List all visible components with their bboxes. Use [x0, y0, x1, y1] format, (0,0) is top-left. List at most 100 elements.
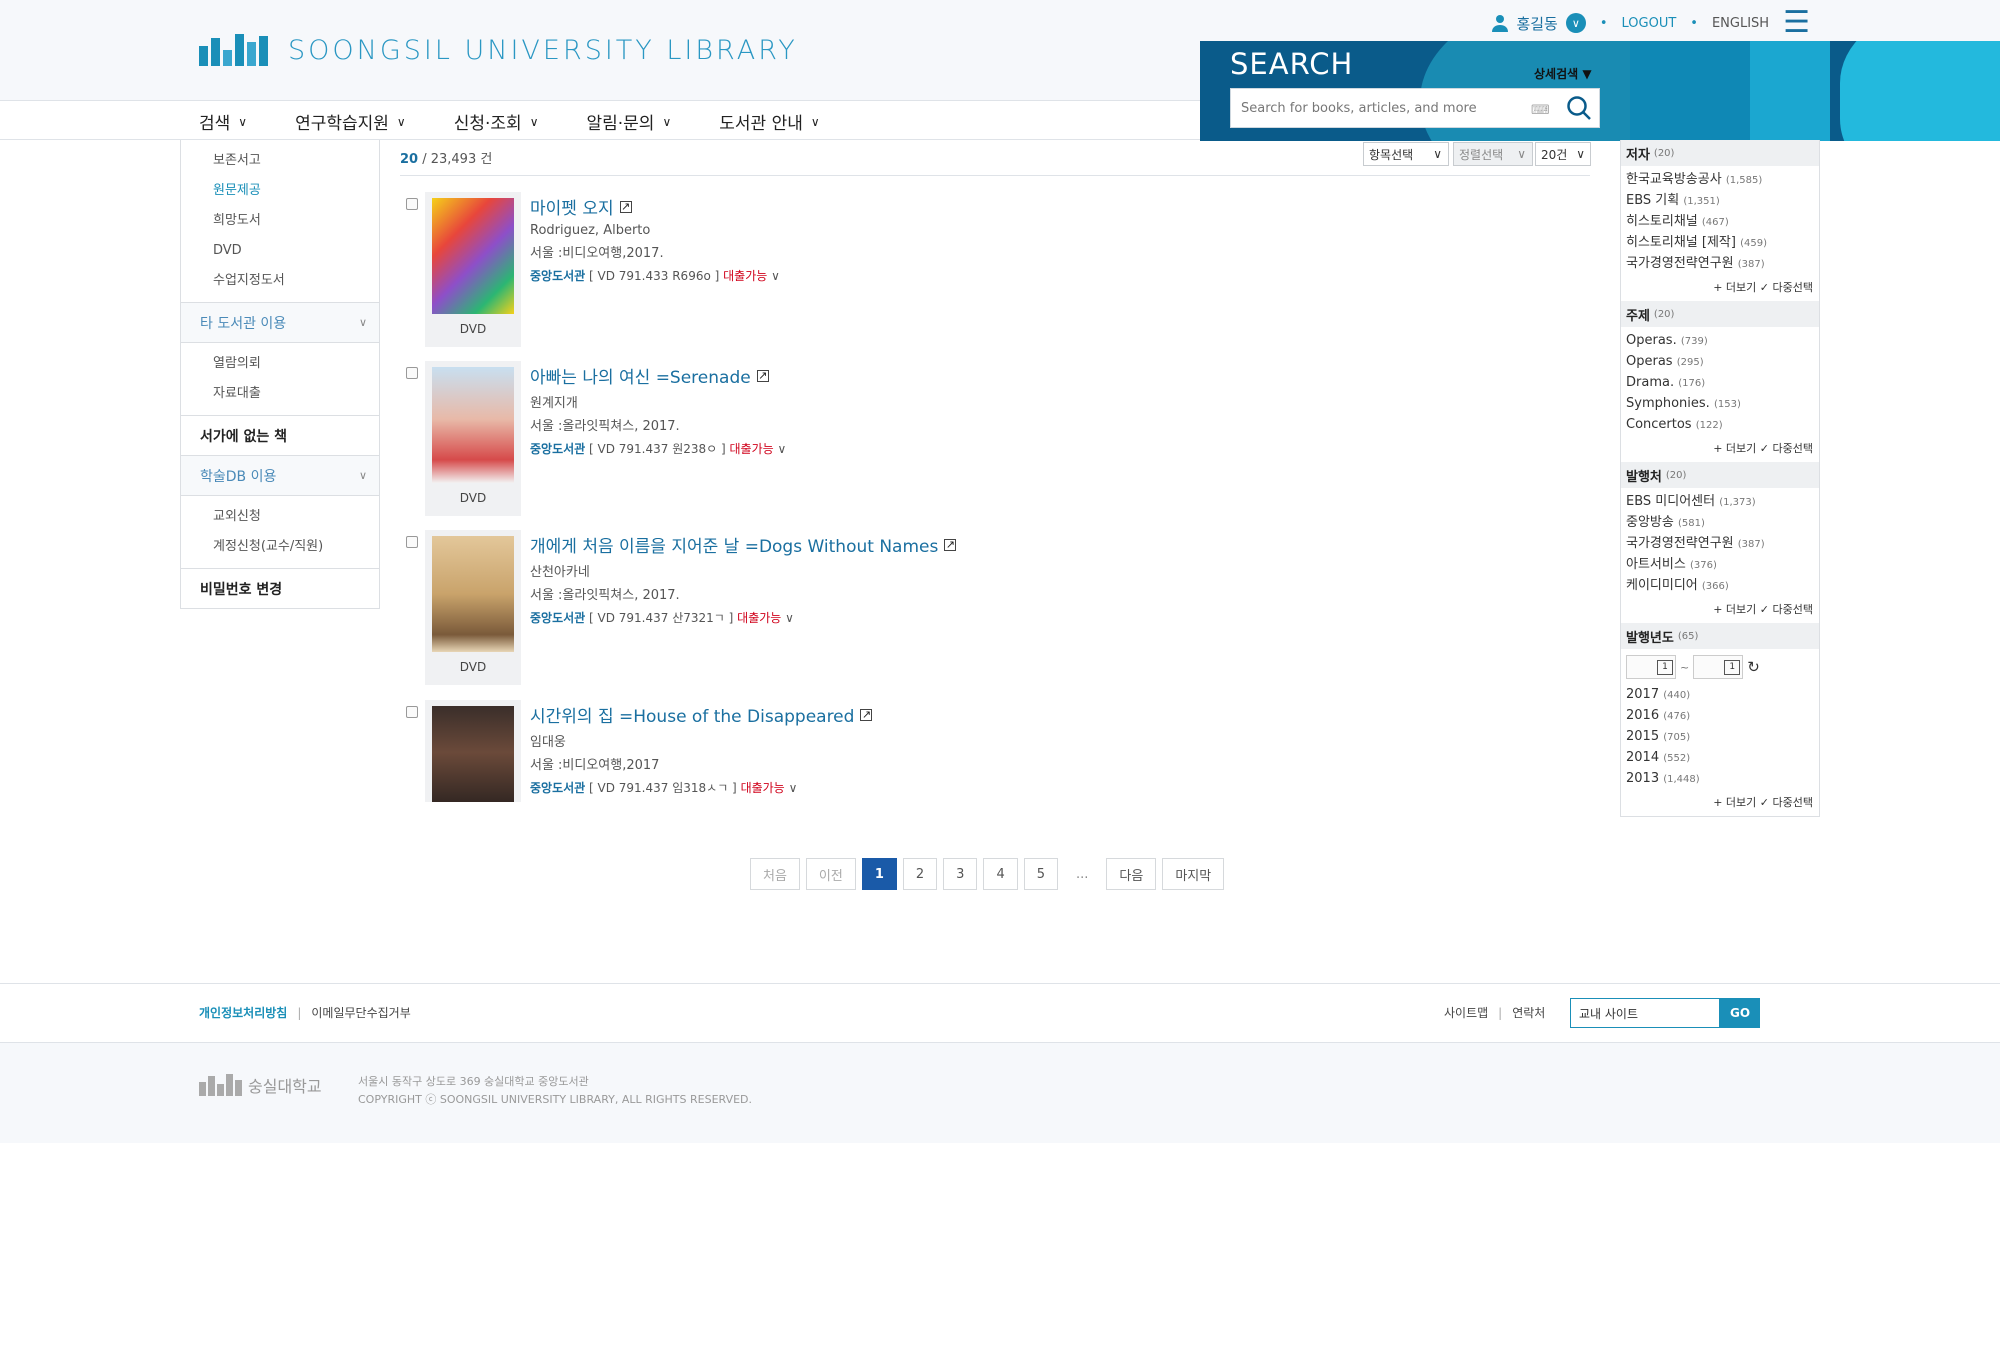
- advanced-search-link[interactable]: 상세검색 ▼: [1534, 65, 1592, 82]
- pager-page-1[interactable]: 1: [861, 858, 897, 890]
- item-title[interactable]: 개에게 처음 이름을 지어준 날 =Dogs Without Names: [530, 532, 938, 557]
- external-link-icon[interactable]: ↗: [944, 538, 957, 551]
- facet-option[interactable]: 중앙방송 (581): [1626, 513, 1814, 534]
- more-button[interactable]: + 더보기: [1713, 796, 1756, 809]
- pager-page-4[interactable]: 4: [983, 858, 1018, 890]
- search-input[interactable]: Search for books, articles, and more ⌨: [1230, 88, 1600, 128]
- sidebar-group-academic-db[interactable]: 학술DB 이용 ∨: [181, 455, 379, 495]
- item-checkbox[interactable]: [406, 536, 418, 548]
- per-page-select[interactable]: 20건 ∨: [1535, 142, 1591, 166]
- external-link-icon[interactable]: ↗: [860, 708, 873, 721]
- item-availability[interactable]: 대출가능: [723, 269, 767, 283]
- calendar-icon[interactable]: 1: [1724, 660, 1741, 675]
- more-button[interactable]: + 더보기: [1713, 603, 1756, 616]
- field-select[interactable]: 항목선택 ∨: [1363, 142, 1449, 166]
- logout-link[interactable]: LOGOUT: [1622, 16, 1677, 31]
- item-library[interactable]: 중앙도서관: [530, 269, 585, 283]
- chevron-down-icon[interactable]: ∨: [771, 269, 780, 283]
- sidebar-item-course-reserve[interactable]: 수업지정도서: [213, 266, 379, 296]
- item-library[interactable]: 중앙도서관: [530, 442, 585, 456]
- item-thumbnail[interactable]: DVD: [425, 361, 521, 516]
- chevron-down-icon[interactable]: ∨: [785, 611, 794, 625]
- item-library[interactable]: 중앙도서관: [530, 781, 585, 795]
- sidebar-item-wishbook[interactable]: 희망도서: [213, 206, 379, 236]
- sort-select[interactable]: 정렬선택 ∨: [1453, 142, 1533, 166]
- sidebar-item-preservation[interactable]: 보존서고: [213, 146, 379, 176]
- item-thumbnail[interactable]: DVD: [425, 192, 521, 347]
- chevron-down-icon[interactable]: ∨: [1565, 13, 1586, 33]
- more-button[interactable]: + 더보기: [1713, 442, 1756, 455]
- refresh-icon[interactable]: ↻: [1747, 658, 1760, 676]
- sidebar-item-loan[interactable]: 자료대출: [213, 379, 379, 409]
- search-button[interactable]: [1562, 91, 1596, 125]
- item-library[interactable]: 중앙도서관: [530, 611, 585, 625]
- facet-option[interactable]: Operas. (739): [1626, 331, 1814, 352]
- sidebar-item-dvd[interactable]: DVD: [213, 236, 379, 266]
- year-from-input[interactable]: 1: [1626, 655, 1676, 679]
- facet-option[interactable]: 2013 (1,448): [1626, 769, 1814, 790]
- facet-option[interactable]: 히스토리채널 (467): [1626, 212, 1814, 233]
- chevron-down-icon[interactable]: ∨: [778, 442, 787, 456]
- chevron-down-icon[interactable]: ∨: [789, 781, 798, 795]
- item-title[interactable]: 마이펫 오지: [530, 194, 614, 219]
- item-thumbnail[interactable]: [425, 700, 521, 802]
- facet-option[interactable]: Drama. (176): [1626, 373, 1814, 394]
- item-title[interactable]: 아빠는 나의 여신 =Serenade: [530, 363, 751, 388]
- facet-option[interactable]: Symphonies. (153): [1626, 394, 1814, 415]
- pager-page-3[interactable]: 3: [943, 858, 978, 890]
- item-title[interactable]: 시간위의 집 =House of the Disappeared: [530, 702, 854, 727]
- item-availability[interactable]: 대출가능: [730, 442, 774, 456]
- facet-option[interactable]: 국가경영전략연구원 (387): [1626, 534, 1814, 555]
- facet-option[interactable]: 2014 (552): [1626, 748, 1814, 769]
- sidebar-group-other-library[interactable]: 타 도서관 이용 ∨: [181, 302, 379, 342]
- calendar-icon[interactable]: 1: [1657, 660, 1673, 675]
- multi-select-button[interactable]: ✓ 다중선택: [1760, 796, 1813, 809]
- facet-option[interactable]: 2015 (705): [1626, 727, 1814, 748]
- nav-search[interactable]: 검색 ∨: [199, 109, 247, 134]
- privacy-link[interactable]: 개인정보처리방침: [199, 1006, 287, 1020]
- facet-option[interactable]: 아트서비스 (376): [1626, 555, 1814, 576]
- item-checkbox[interactable]: [406, 198, 418, 210]
- item-availability[interactable]: 대출가능: [741, 781, 785, 795]
- pager-page-5[interactable]: 5: [1023, 858, 1059, 890]
- more-button[interactable]: + 더보기: [1713, 281, 1756, 294]
- external-link-icon[interactable]: ↗: [756, 369, 769, 382]
- multi-select-button[interactable]: ✓ 다중선택: [1760, 603, 1813, 616]
- sidebar-item-password[interactable]: 비밀번호 변경: [181, 568, 379, 608]
- item-checkbox[interactable]: [406, 706, 418, 718]
- facet-author-header[interactable]: 저자 (20): [1621, 140, 1819, 166]
- nav-request[interactable]: 신청·조회 ∨: [454, 109, 539, 134]
- facet-option[interactable]: 2017 (440): [1626, 685, 1814, 706]
- sidebar-item-reading-request[interactable]: 열람의뢰: [213, 349, 379, 379]
- item-checkbox[interactable]: [406, 367, 418, 379]
- item-thumbnail[interactable]: DVD: [425, 530, 521, 685]
- sidebar-item-account-request[interactable]: 계정신청(교수/직원): [213, 532, 379, 562]
- facet-option[interactable]: 히스토리채널 [제작] (459): [1626, 233, 1814, 254]
- facet-option[interactable]: Concertos (122): [1626, 415, 1814, 436]
- email-refuse-link[interactable]: 이메일무단수집거부: [311, 1006, 410, 1020]
- hamburger-menu-icon[interactable]: ☰: [1783, 8, 1810, 38]
- nav-about[interactable]: 도서관 안내 ∨: [719, 109, 819, 134]
- multi-select-button[interactable]: ✓ 다중선택: [1760, 442, 1813, 455]
- facet-publisher-header[interactable]: 발행처 (20): [1621, 462, 1819, 488]
- user-menu[interactable]: 홍길동 ∨: [1492, 13, 1586, 34]
- keyboard-icon[interactable]: ⌨: [1531, 103, 1550, 118]
- nav-research[interactable]: 연구학습지원 ∨: [295, 109, 406, 134]
- pager-next[interactable]: 다음: [1106, 858, 1157, 890]
- nav-notice[interactable]: 알림·문의 ∨: [586, 109, 671, 134]
- multi-select-button[interactable]: ✓ 다중선택: [1760, 281, 1813, 294]
- pager-last[interactable]: 마지막: [1162, 858, 1225, 890]
- english-link[interactable]: ENGLISH: [1712, 16, 1769, 31]
- facet-option[interactable]: 한국교육방송공사 (1,585): [1626, 170, 1814, 191]
- sidebar-item-missing-book[interactable]: 서가에 없는 책: [181, 415, 379, 455]
- facet-year-header[interactable]: 발행년도 (65): [1621, 623, 1819, 649]
- facet-option[interactable]: EBS 기획 (1,351): [1626, 191, 1814, 212]
- pager-prev[interactable]: 이전: [805, 858, 856, 890]
- library-logo[interactable]: SOONGSIL UNIVERSITY LIBRARY: [199, 34, 798, 66]
- sidebar-item-fulltext[interactable]: 원문제공: [213, 176, 379, 206]
- facet-option[interactable]: 2016 (476): [1626, 706, 1814, 727]
- facet-option[interactable]: 케이디미디어 (366): [1626, 576, 1814, 597]
- facet-subject-header[interactable]: 주제 (20): [1621, 301, 1819, 327]
- sidebar-item-offcampus[interactable]: 교외신청: [213, 502, 379, 532]
- pager-first[interactable]: 처음: [750, 858, 800, 890]
